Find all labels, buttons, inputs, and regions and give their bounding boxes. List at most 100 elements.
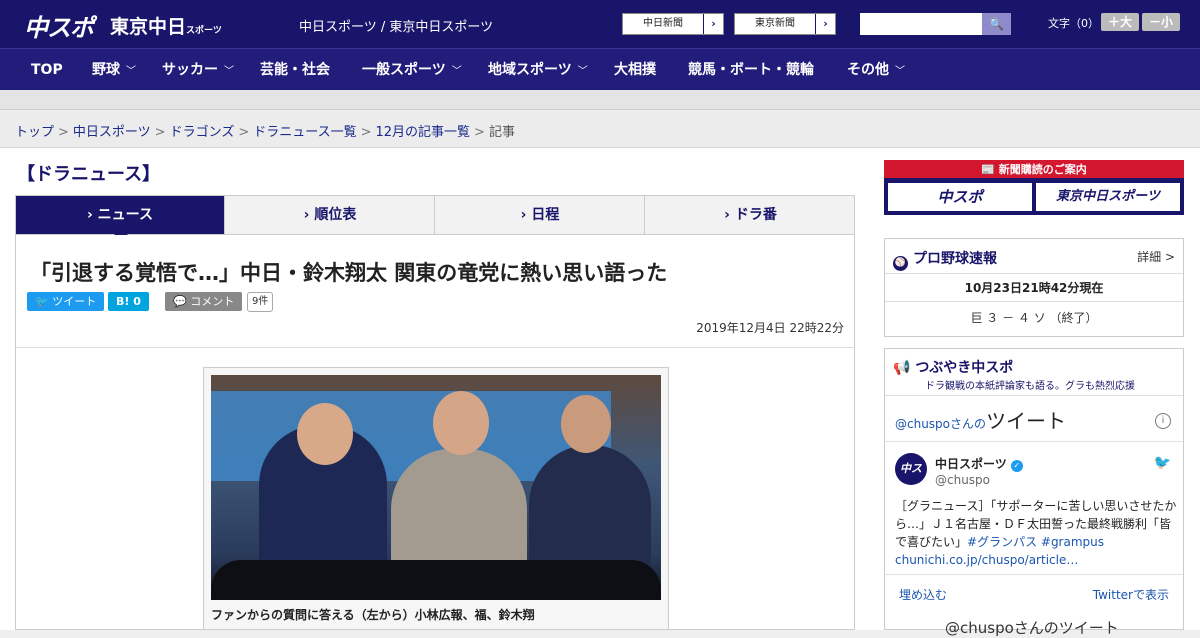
baseball-details-link[interactable]: 詳細 > bbox=[1137, 248, 1175, 265]
tweet-link[interactable]: chunichi.co.jp/chuspo/article… bbox=[895, 553, 1078, 567]
view-on-twitter-link[interactable]: Twitterで表示 bbox=[1093, 586, 1169, 603]
verified-icon: ✓ bbox=[1010, 460, 1023, 472]
speech-bubble-icon: 💬 bbox=[173, 295, 187, 308]
font-smaller-button[interactable]: －小 bbox=[1142, 13, 1180, 31]
tweet-button[interactable]: 🐦 ツイート bbox=[27, 292, 105, 311]
tokyo-chunichi-logo[interactable]: 東京中日スポーツ bbox=[110, 12, 222, 39]
twitter-widget: 📢 つぶやき中スポ ドラ観戦の本紙評論家も語る。グラも熱烈応援 @chuspoさ… bbox=[884, 348, 1184, 637]
tweet-account-name[interactable]: 中日スポーツ ✓ bbox=[935, 455, 1023, 472]
chevron-right-icon: › bbox=[815, 14, 835, 34]
chevron-down-icon: ﹀ bbox=[126, 66, 136, 77]
nav-item-local-sports[interactable]: 地域スポーツ ﹀ bbox=[488, 49, 588, 91]
article: 「引退する覚悟で…」中日・鈴木翔太 関東の竜党に熱い思い語った 🐦 ツイート B… bbox=[15, 235, 855, 630]
timeline-handle[interactable]: @chuspoさんの bbox=[895, 417, 986, 431]
nav-item-baseball[interactable]: 野球 ﹀ bbox=[92, 49, 136, 91]
breadcrumb-december[interactable]: 12月の記事一覧 bbox=[376, 125, 471, 140]
breadcrumb-separator: > bbox=[474, 125, 485, 140]
nav-item-top[interactable]: TOP bbox=[31, 49, 63, 91]
twitter-widget-title: 📢 つぶやき中スポ bbox=[893, 357, 1013, 377]
twitter-bird-icon[interactable]: 🐦 bbox=[1154, 455, 1171, 471]
nav-item-racing-label: 競馬・ボート・競輪 bbox=[688, 62, 814, 78]
font-larger-button[interactable]: ＋大 bbox=[1101, 13, 1139, 31]
chuspo-logo[interactable]: 中スポ bbox=[24, 8, 94, 43]
breadcrumb-top[interactable]: トップ bbox=[15, 125, 54, 140]
baseball-score[interactable]: 巨 ３ － ４ ソ （終了） bbox=[885, 309, 1183, 326]
divider bbox=[885, 574, 1183, 575]
breadcrumb-news-list[interactable]: ドラニュース一覧 bbox=[253, 125, 356, 140]
tab-schedule-label: 日程 bbox=[531, 207, 560, 223]
embed-link[interactable]: 埋め込む bbox=[899, 586, 947, 603]
tweet-account-handle[interactable]: @chuspo bbox=[935, 473, 990, 487]
tab-dora-ban[interactable]: › ドラ番 bbox=[646, 196, 855, 234]
subscribe-tokyo-chunichi[interactable]: 東京中日スポーツ bbox=[1036, 183, 1180, 211]
twitter-widget-title-text: つぶやき中スポ bbox=[915, 360, 1014, 376]
divider bbox=[885, 395, 1183, 396]
nav-item-sumo-label: 大相撲 bbox=[614, 62, 656, 78]
ad-strip bbox=[0, 90, 1200, 110]
breadcrumb-current: 記事 bbox=[488, 125, 515, 140]
timeline-tweets-word: ツイート bbox=[986, 409, 1067, 433]
tab-standings-label: 順位表 bbox=[314, 207, 357, 223]
photo-figure: ファンからの質問に答える（左から）小林広報、福、鈴木翔 bbox=[203, 367, 669, 630]
chunichi-shimbun-link[interactable]: 中日新聞 › bbox=[622, 13, 724, 35]
top-bar: 中スポ 東京中日スポーツ 中日スポーツ / 東京中日スポーツ 中日新聞 › 東京… bbox=[0, 0, 1200, 48]
comment-button-label: コメント bbox=[190, 295, 235, 308]
nav-item-sumo[interactable]: 大相撲 bbox=[614, 49, 656, 91]
tweet-text: ［グラニュース］「サポーターに苦しい思いさせたから…」Ｊ１名古屋・ＤＦ太田誓った… bbox=[895, 497, 1177, 569]
nav-item-soccer[interactable]: サッカー ﹀ bbox=[162, 49, 234, 91]
tab-news-label: ニュース bbox=[97, 207, 153, 223]
tokyo-chunichi-logo-text: 東京中日 bbox=[110, 16, 187, 38]
nav-item-racing[interactable]: 競馬・ボート・競輪 bbox=[688, 49, 814, 91]
breadcrumb-chuspo[interactable]: 中日スポーツ bbox=[73, 125, 151, 140]
article-date: 2019年12月4日 22時22分 bbox=[696, 321, 844, 335]
nav-item-entertainment[interactable]: 芸能・社会 bbox=[260, 49, 330, 91]
chevron-down-icon: ﹀ bbox=[895, 66, 905, 77]
nav-item-general-sports-label: 一般スポーツ bbox=[362, 62, 446, 78]
tweet-hashtags[interactable]: #グランパス #grampus bbox=[967, 535, 1104, 549]
breadcrumb-bar: トップ > 中日スポーツ > ドラゴンズ > ドラニュース一覧 >12月の記事一覧 > 記事 bbox=[0, 110, 1200, 148]
comment-button[interactable]: 💬 コメント bbox=[165, 292, 243, 311]
photo-person-left-head bbox=[297, 403, 353, 465]
subscription-title: 📰 新聞購読のご案内 bbox=[884, 161, 1184, 177]
newspaper-icon: 📰 bbox=[981, 163, 995, 176]
search-input[interactable] bbox=[860, 13, 982, 35]
subscribe-chuspo[interactable]: 中スポ bbox=[888, 183, 1032, 211]
nav-item-soccer-label: サッカー bbox=[162, 62, 218, 78]
photo-person-right-head bbox=[561, 395, 611, 453]
info-icon[interactable]: i bbox=[1155, 413, 1171, 429]
breadcrumb: トップ > 中日スポーツ > ドラゴンズ > ドラニュース一覧 >12月の記事一覧 > 記事 bbox=[15, 121, 515, 140]
tweet-account-name-text: 中日スポーツ bbox=[935, 457, 1007, 471]
divider bbox=[885, 301, 1183, 302]
divider bbox=[885, 441, 1183, 442]
avatar[interactable]: 中ス bbox=[895, 453, 927, 485]
breadcrumb-separator: > bbox=[238, 125, 250, 140]
tweet-button-label: ツイート bbox=[52, 295, 97, 308]
search-icon: 🔍 bbox=[989, 17, 1004, 31]
hatena-bookmark-button[interactable]: B! 0 bbox=[108, 292, 149, 311]
baseball-widget-title: ⚾ プロ野球速報 bbox=[893, 248, 997, 271]
tab-dora-ban-label: ドラ番 bbox=[734, 207, 777, 223]
breadcrumb-dragons[interactable]: ドラゴンズ bbox=[170, 125, 235, 140]
photo-person-center-head bbox=[433, 391, 489, 455]
chevron-right-icon: › bbox=[703, 14, 723, 34]
font-size-label: 文字（0） bbox=[1048, 17, 1099, 30]
search-button[interactable]: 🔍 bbox=[982, 13, 1011, 35]
tab-schedule[interactable]: › 日程 bbox=[436, 196, 645, 234]
nav-item-general-sports[interactable]: 一般スポーツ ﹀ bbox=[362, 49, 462, 91]
article-photo[interactable] bbox=[211, 375, 661, 600]
breadcrumb-separator: > bbox=[360, 125, 372, 140]
baseball-icon: ⚾ bbox=[893, 256, 908, 271]
nav-item-baseball-label: 野球 bbox=[92, 62, 120, 78]
tab-standings[interactable]: › 順位表 bbox=[226, 196, 435, 234]
baseball-widget-title-text: プロ野球速報 bbox=[913, 251, 997, 267]
tab-news[interactable]: › ニュース bbox=[16, 196, 225, 241]
comment-count-badge: 9件 bbox=[247, 292, 274, 312]
chevron-down-icon: ﹀ bbox=[224, 66, 234, 77]
tokyo-shimbun-link[interactable]: 東京新聞 › bbox=[734, 13, 836, 35]
chevron-down-icon: ﹀ bbox=[451, 66, 462, 77]
nav-item-other[interactable]: その他 ﹀ bbox=[847, 49, 905, 91]
breadcrumb-separator: > bbox=[154, 125, 166, 140]
chunichi-shimbun-label: 中日新聞 bbox=[643, 18, 683, 29]
nav-item-other-label: その他 bbox=[847, 62, 889, 78]
megaphone-icon: 📢 bbox=[893, 360, 911, 376]
